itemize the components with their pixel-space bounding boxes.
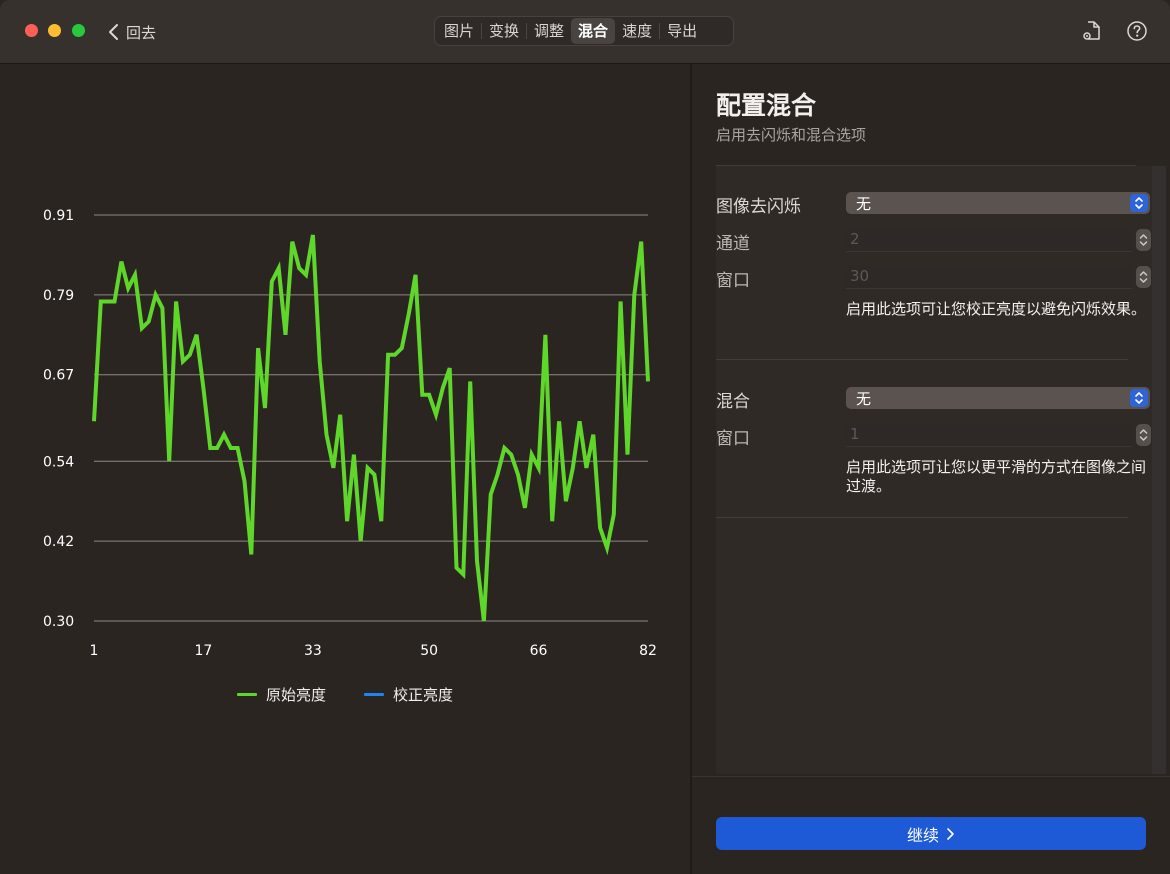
- blend-window-label: 窗口: [716, 429, 750, 449]
- title-bar: 回去 图片 变换 调整 混合 速度 导出: [0, 0, 1170, 64]
- chart-canvas: 0.91 0.79 0.67 0.54 0.42 0.30 1 17 33 50 66 82: [43, 208, 657, 659]
- deflicker-select-value: 无: [856, 195, 872, 213]
- y-tick-label: 0.30: [43, 614, 74, 630]
- section-divider: [716, 359, 1128, 360]
- deflicker-select[interactable]: 无: [846, 192, 1150, 214]
- bottom-bar: 继续: [692, 776, 1170, 874]
- chevron-updown-icon: [1130, 389, 1148, 407]
- channel-field[interactable]: 2: [846, 229, 1132, 252]
- config-panel: 配置混合 启用去闪烁和混合选项 图像去闪烁 无 通道 2 窗口 30 启用此选项…: [692, 64, 1170, 874]
- legend-swatch-original: [236, 693, 257, 696]
- chevron-right-icon: [947, 827, 954, 840]
- legend-item-original: 原始亮度: [236, 684, 326, 705]
- legend-label-corrected: 校正亮度: [393, 686, 454, 704]
- legend-item-corrected: 校正亮度: [364, 684, 453, 705]
- tab-adjust[interactable]: 调整: [527, 18, 571, 44]
- deflicker-window-value: 30: [850, 267, 870, 285]
- blend-window-stepper[interactable]: [1136, 424, 1151, 446]
- tab-image[interactable]: 图片: [437, 18, 481, 44]
- deflicker-window-field[interactable]: 30: [846, 266, 1132, 289]
- blend-label: 混合: [716, 392, 750, 412]
- step-tabs: 图片 变换 调整 混合 速度 导出: [434, 16, 734, 46]
- legend-swatch-corrected: [364, 693, 384, 696]
- x-tick-label: 82: [639, 643, 657, 659]
- tab-blend[interactable]: 混合: [571, 18, 616, 44]
- panel-title: 配置混合: [716, 91, 817, 120]
- x-tick-label: 17: [195, 643, 213, 659]
- y-tick-label: 0.67: [43, 368, 74, 384]
- document-gear-icon[interactable]: [1080, 19, 1104, 43]
- x-tick-label: 66: [530, 643, 548, 659]
- deflicker-window-label: 窗口: [716, 271, 750, 291]
- back-button[interactable]: 回去: [108, 20, 156, 44]
- settings-scroll-area[interactable]: 图像去闪烁 无 通道 2 窗口 30 启用此选项可让您校正亮度以避免闪烁效果。 …: [716, 166, 1166, 774]
- deflicker-window-stepper[interactable]: [1136, 266, 1151, 288]
- channel-label: 通道: [716, 234, 750, 254]
- deflicker-label: 图像去闪烁: [716, 197, 801, 217]
- blend-select[interactable]: 无: [846, 387, 1150, 409]
- help-icon[interactable]: [1125, 19, 1149, 43]
- y-tick-label: 0.79: [43, 288, 74, 304]
- panel-subtitle: 启用去闪烁和混合选项: [716, 126, 867, 144]
- x-tick-label: 33: [304, 643, 322, 659]
- x-tick-label: 1: [90, 643, 99, 659]
- continue-label: 继续: [906, 825, 939, 845]
- y-tick-label: 0.91: [43, 208, 74, 224]
- series-line-0: [92, 234, 650, 622]
- channel-stepper[interactable]: [1136, 229, 1151, 251]
- tab-export[interactable]: 导出: [660, 18, 704, 44]
- channel-value: 2: [850, 230, 860, 248]
- close-window-button[interactable]: [25, 24, 38, 37]
- minimize-window-button[interactable]: [48, 24, 61, 37]
- tab-speed[interactable]: 速度: [615, 18, 659, 44]
- blend-window-field[interactable]: 1: [846, 424, 1132, 447]
- chart-legend: 原始亮度 校正亮度: [0, 684, 690, 705]
- legend-label-original: 原始亮度: [265, 686, 326, 704]
- blend-help-text: 启用此选项可让您以更平滑的方式在图像之间过渡。: [846, 458, 1147, 495]
- x-tick-label: 50: [420, 643, 438, 659]
- blend-select-value: 无: [856, 390, 872, 408]
- maximize-window-button[interactable]: [72, 24, 85, 37]
- blend-window-value: 1: [850, 425, 860, 443]
- chevron-left-icon: [109, 24, 118, 40]
- brightness-chart: 0.91 0.79 0.67 0.54 0.42 0.30 1 17 33 50 66 82 原始亮度…: [0, 64, 690, 874]
- back-label: 回去: [126, 23, 157, 42]
- app-window: 回去 图片 变换 调整 混合 速度 导出 0.91 0.79 0.67 0.54…: [0, 0, 1170, 874]
- section-divider: [716, 517, 1128, 518]
- tab-transform[interactable]: 变换: [482, 18, 526, 44]
- continue-button[interactable]: 继续: [716, 817, 1146, 850]
- y-tick-label: 0.42: [43, 534, 74, 550]
- chevron-updown-icon: [1130, 194, 1148, 212]
- deflicker-help-text: 启用此选项可让您校正亮度以避免闪烁效果。: [846, 300, 1147, 318]
- y-tick-label: 0.54: [43, 454, 74, 470]
